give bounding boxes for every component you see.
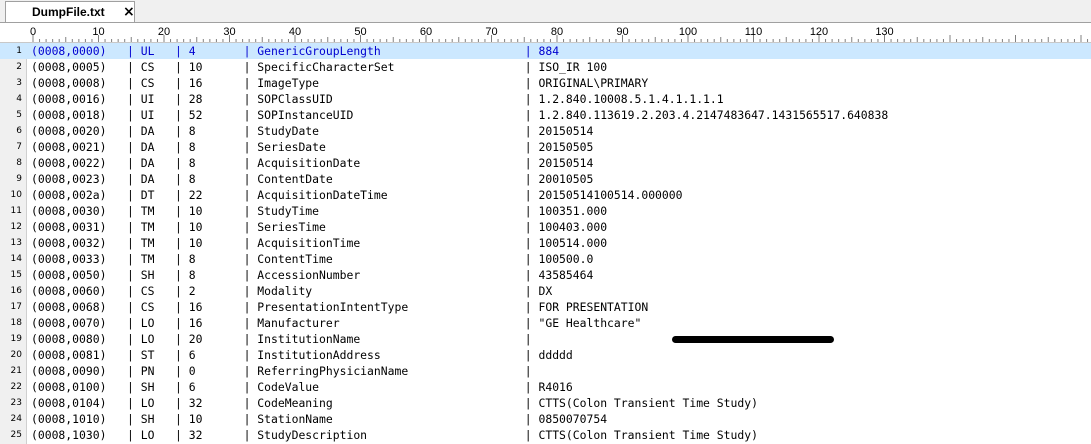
line-number: 2 bbox=[16, 62, 22, 72]
editor-line[interactable]: 5 (0008,0018) | UI | 52 | SOPInstanceUID … bbox=[0, 107, 1091, 123]
ruler-label: 50 bbox=[354, 26, 366, 38]
line-text: (0008,0031) | TM | 10 | SeriesTime | 100… bbox=[31, 220, 608, 234]
line-text: (0008,0018) | UI | 52 | SOPInstanceUID |… bbox=[31, 108, 889, 122]
ruler-label: 40 bbox=[289, 26, 301, 38]
line-number: 5 bbox=[16, 110, 22, 120]
line-text: (0008,0090) | PN | 0 | ReferringPhysicia… bbox=[31, 364, 532, 378]
line-number: 6 bbox=[16, 126, 22, 136]
editor-line[interactable]: 22 (0008,0100) | SH | 6 | CodeValue | R40… bbox=[0, 379, 1091, 395]
ruler-ticks: 0 10 20 30 40 50 60 70 80 90 100 110 120 130 bbox=[30, 26, 1089, 42]
editor-line[interactable]: 16 (0008,0060) | CS | 2 | Modality | DX bbox=[0, 283, 1091, 299]
line-text: (0008,002a) | DT | 22 | AcquisitionDateT… bbox=[31, 188, 683, 202]
editor-line[interactable]: 20 (0008,0081) | ST | 6 | InstitutionAddr… bbox=[0, 347, 1091, 363]
close-icon[interactable]: × bbox=[123, 5, 135, 19]
line-text: (0008,0022) | DA | 8 | AcquisitionDate |… bbox=[31, 156, 594, 170]
tab-title: DumpFile.txt bbox=[32, 5, 105, 19]
text-editor[interactable]: 1 (0008,0000) | UL | 4 | GenericGroupLeng… bbox=[0, 43, 1091, 444]
line-text: (0008,0032) | TM | 10 | AcquisitionTime … bbox=[31, 236, 608, 250]
line-text: (0008,0005) | CS | 10 | SpecificCharacte… bbox=[31, 60, 608, 74]
ruler-label: 90 bbox=[616, 26, 628, 38]
line-number: 1 bbox=[16, 46, 22, 56]
line-number: 14 bbox=[10, 254, 22, 264]
line-number: 21 bbox=[10, 366, 22, 376]
editor-line[interactable]: 9 (0008,0023) | DA | 8 | ContentDate | 20… bbox=[0, 171, 1091, 187]
tab-dumpfile[interactable]: DumpFile.txt × bbox=[5, 1, 135, 22]
ruler-label: 30 bbox=[223, 26, 235, 38]
line-text: (0008,0068) | CS | 16 | PresentationInte… bbox=[31, 300, 649, 314]
line-number: 18 bbox=[10, 318, 22, 328]
editor-line[interactable]: 1 (0008,0000) | UL | 4 | GenericGroupLeng… bbox=[0, 43, 1091, 59]
editor-line[interactable]: 23 (0008,0104) | LO | 32 | CodeMeaning | … bbox=[0, 395, 1091, 411]
column-ruler: 0 10 20 30 40 50 60 70 80 90 100 110 120 130 bbox=[0, 23, 1091, 43]
editor-line[interactable]: 10 (0008,002a) | DT | 22 | AcquisitionDat… bbox=[0, 187, 1091, 203]
tab-bar: DumpFile.txt × bbox=[0, 0, 1091, 23]
line-number: 15 bbox=[10, 270, 22, 280]
line-number: 10 bbox=[10, 190, 22, 200]
line-number: 3 bbox=[16, 78, 22, 88]
editor-line[interactable]: 19 (0008,0080) | LO | 20 | InstitutionNam… bbox=[0, 331, 1091, 347]
editor-line[interactable]: 12 (0008,0031) | TM | 10 | SeriesTime | 1… bbox=[0, 219, 1091, 235]
ruler-label: 70 bbox=[485, 26, 497, 38]
line-number: 23 bbox=[10, 398, 22, 408]
editor-line[interactable]: 2 (0008,0005) | CS | 10 | SpecificCharact… bbox=[0, 59, 1091, 75]
line-text: (0008,0020) | DA | 8 | StudyDate | 20150… bbox=[31, 124, 594, 138]
line-text: (0008,0030) | TM | 10 | StudyTime | 1003… bbox=[31, 204, 608, 218]
line-text: (0008,0070) | LO | 16 | Manufacturer | "… bbox=[31, 316, 642, 330]
line-text: (0008,0023) | DA | 8 | ContentDate | 200… bbox=[31, 172, 594, 186]
line-text: (0008,0080) | LO | 20 | InstitutionName … bbox=[31, 332, 532, 346]
line-text: (0008,0081) | ST | 6 | InstitutionAddres… bbox=[31, 348, 573, 362]
ruler-label: 80 bbox=[551, 26, 563, 38]
ruler-label: 110 bbox=[745, 26, 763, 38]
editor-line[interactable]: 3 (0008,0008) | CS | 16 | ImageType | ORI… bbox=[0, 75, 1091, 91]
ruler-label: 0 bbox=[30, 26, 36, 38]
line-number: 9 bbox=[16, 174, 22, 184]
ruler-label: 100 bbox=[679, 26, 697, 38]
editor-line[interactable]: 14 (0008,0033) | TM | 8 | ContentTime | 1… bbox=[0, 251, 1091, 267]
line-text: (0008,1030) | LO | 32 | StudyDescription… bbox=[31, 428, 758, 442]
editor-line[interactable]: 11 (0008,0030) | TM | 10 | StudyTime | 10… bbox=[0, 203, 1091, 219]
line-text: (0008,0060) | CS | 2 | Modality | DX bbox=[31, 284, 553, 298]
line-number: 8 bbox=[16, 158, 22, 168]
line-number: 17 bbox=[10, 302, 22, 312]
editor-line[interactable]: 15 (0008,0050) | SH | 8 | AccessionNumber… bbox=[0, 267, 1091, 283]
line-text: (0008,0104) | LO | 32 | CodeMeaning | CT… bbox=[31, 396, 758, 410]
editor-line[interactable]: 4 (0008,0016) | UI | 28 | SOPClassUID | 1… bbox=[0, 91, 1091, 107]
line-number: 11 bbox=[10, 206, 22, 216]
editor-line[interactable]: 21 (0008,0090) | PN | 0 | ReferringPhysic… bbox=[0, 363, 1091, 379]
line-number: 13 bbox=[10, 238, 22, 248]
line-number: 4 bbox=[16, 94, 22, 104]
ruler-label: 120 bbox=[810, 26, 828, 38]
editor-line[interactable]: 6 (0008,0020) | DA | 8 | StudyDate | 2015… bbox=[0, 123, 1091, 139]
line-number: 16 bbox=[10, 286, 22, 296]
line-number: 12 bbox=[10, 222, 22, 232]
line-number: 19 bbox=[10, 334, 22, 344]
editor-line[interactable]: 24 (0008,1010) | SH | 10 | StationName | … bbox=[0, 411, 1091, 427]
line-text: (0008,0008) | CS | 16 | ImageType | ORIG… bbox=[31, 76, 649, 90]
ruler-label: 130 bbox=[875, 26, 893, 38]
line-number: 22 bbox=[10, 382, 22, 392]
line-text: (0008,0033) | TM | 8 | ContentTime | 100… bbox=[31, 252, 594, 266]
ruler-label: 60 bbox=[420, 26, 432, 38]
line-number: 24 bbox=[10, 414, 22, 424]
line-number: 7 bbox=[16, 142, 22, 152]
editor-line[interactable]: 7 (0008,0021) | DA | 8 | SeriesDate | 201… bbox=[0, 139, 1091, 155]
ruler-label: 10 bbox=[92, 26, 104, 38]
line-text: (0008,0100) | SH | 6 | CodeValue | R4016 bbox=[31, 380, 573, 394]
line-text: (0008,0050) | SH | 8 | AccessionNumber |… bbox=[31, 268, 594, 282]
line-text: (0008,0016) | UI | 28 | SOPClassUID | 1.… bbox=[31, 92, 724, 106]
line-text: (0008,0000) | UL | 4 | GenericGroupLengt… bbox=[31, 44, 560, 58]
line-text: (0008,1010) | SH | 10 | StationName | 08… bbox=[31, 412, 608, 426]
line-number: 25 bbox=[10, 430, 22, 440]
editor-line[interactable]: 25 (0008,1030) | LO | 32 | StudyDescripti… bbox=[0, 427, 1091, 443]
editor-line[interactable]: 8 (0008,0022) | DA | 8 | AcquisitionDate … bbox=[0, 155, 1091, 171]
editor-line[interactable]: 18 (0008,0070) | LO | 16 | Manufacturer |… bbox=[0, 315, 1091, 331]
redaction-bar bbox=[672, 336, 834, 343]
line-number: 20 bbox=[10, 350, 22, 360]
editor-line[interactable]: 13 (0008,0032) | TM | 10 | AcquisitionTim… bbox=[0, 235, 1091, 251]
editor-line[interactable]: 17 (0008,0068) | CS | 16 | PresentationIn… bbox=[0, 299, 1091, 315]
line-text: (0008,0021) | DA | 8 | SeriesDate | 2015… bbox=[31, 140, 594, 154]
ruler-label: 20 bbox=[158, 26, 170, 38]
